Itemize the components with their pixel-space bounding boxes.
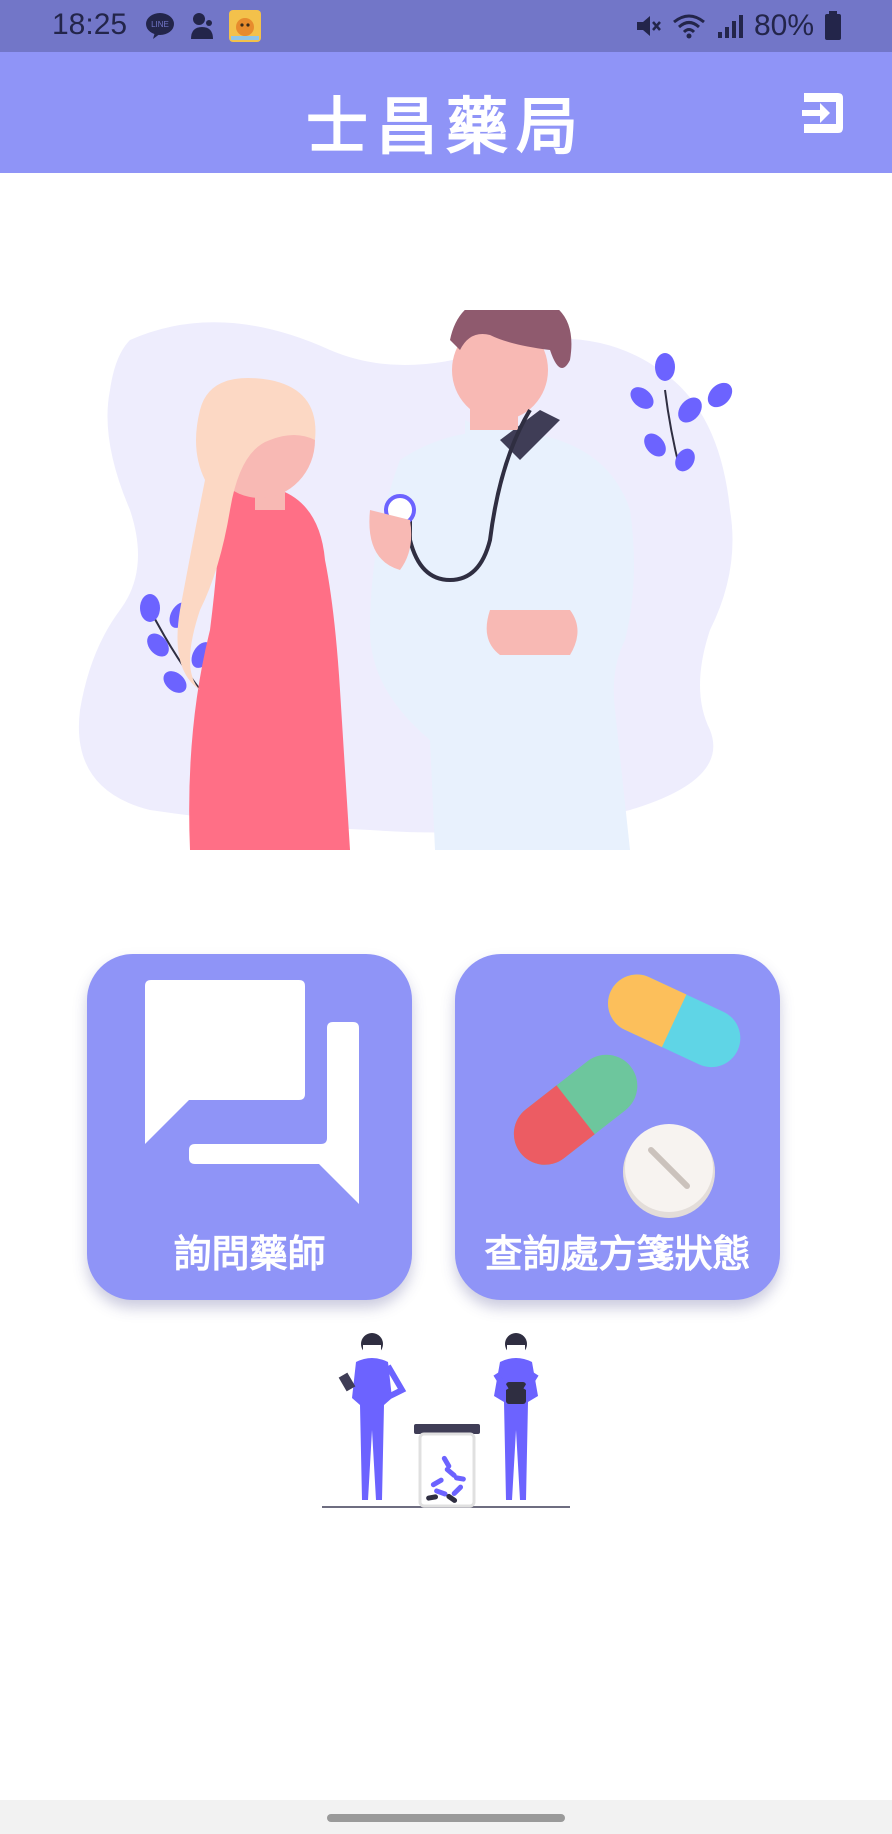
svg-text:LINE: LINE xyxy=(151,20,169,29)
prescription-status-button[interactable]: 查詢處方箋狀態 xyxy=(455,954,780,1300)
app-icon xyxy=(229,10,261,42)
system-navigation-bar xyxy=(0,1800,892,1834)
app-title: 士昌藥局 xyxy=(305,90,586,163)
app-header: 士昌藥局 xyxy=(0,52,892,173)
logout-button[interactable] xyxy=(798,88,848,138)
prescription-status-label: 查詢處方箋狀態 xyxy=(484,1232,751,1276)
mute-icon xyxy=(636,16,661,36)
battery-icon xyxy=(825,11,841,40)
ask-pharmacist-button[interactable]: 詢問藥師 xyxy=(87,954,412,1300)
status-left-icons: LINE xyxy=(145,10,261,42)
signal-icon xyxy=(717,15,743,38)
doctor-patient-illustration xyxy=(78,310,733,850)
pharmacists-illustration xyxy=(322,1333,570,1508)
status-right-icons: 80% xyxy=(634,8,842,44)
battery-percent: 80% xyxy=(753,9,814,42)
wifi-icon xyxy=(673,14,705,39)
logout-icon xyxy=(802,93,843,133)
ask-pharmacist-label: 詢問藥師 xyxy=(173,1232,326,1276)
status-time: 18:25 xyxy=(52,8,128,41)
home-gesture-handle[interactable] xyxy=(327,1814,565,1822)
chat-bubbles-icon xyxy=(145,980,359,1204)
notification-icon xyxy=(191,13,213,39)
right-pharmacist-icon xyxy=(493,1333,539,1500)
pill-jar-icon xyxy=(414,1424,480,1508)
status-bar: 18:25 LINE 80% xyxy=(0,0,892,52)
line-icon: LINE xyxy=(146,13,174,39)
left-pharmacist-icon xyxy=(338,1333,407,1500)
pills-icon xyxy=(513,974,741,1218)
